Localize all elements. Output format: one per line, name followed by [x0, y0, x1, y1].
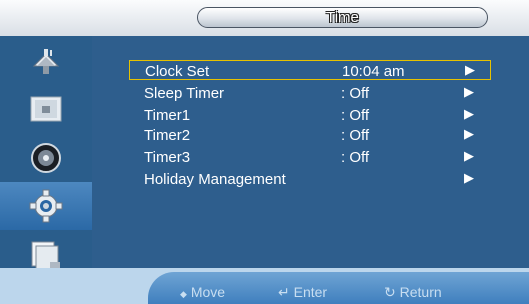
arrow-right-icon: ▶ — [464, 126, 474, 141]
sidebar-item-picture[interactable] — [0, 86, 92, 134]
enter-hint: ↵ Enter — [278, 284, 327, 301]
enter-icon: ↵ — [278, 284, 290, 300]
menu-item-label: Clock Set — [145, 63, 210, 80]
gear-icon — [28, 188, 64, 224]
arrow-right-icon: ▶ — [464, 106, 474, 121]
move-hint: ◆ Move — [180, 284, 225, 300]
menu-item-value: : Off — [341, 127, 370, 144]
footer-hints: ◆ Move ↵ Enter ↻ Return — [148, 272, 529, 304]
sidebar-item-input[interactable] — [0, 38, 92, 86]
menu-item-label: Timer3 — [144, 149, 191, 166]
menu-item-value: : Off — [341, 85, 370, 102]
title-pill: Time — [197, 7, 488, 28]
arrow-right-icon: ▶ — [464, 148, 474, 163]
picture-icon — [28, 92, 64, 128]
sidebar — [0, 36, 92, 286]
sidebar-item-sound[interactable] — [0, 134, 92, 182]
return-icon: ↻ — [384, 284, 396, 300]
return-label: Return — [399, 284, 442, 300]
menu-item-sleep-timer[interactable]: Sleep Timer : Off ▶ — [129, 83, 491, 103]
satellite-dish-icon — [28, 44, 64, 80]
enter-label: Enter — [293, 284, 328, 300]
move-icon: ◆ — [180, 289, 187, 299]
menu-item-label: Timer2 — [144, 127, 191, 144]
return-hint: ↻ Return — [384, 284, 442, 301]
move-label: Move — [190, 284, 226, 300]
menu-item-value: 10:04 am — [342, 63, 405, 80]
menu-item-label: Timer1 — [144, 107, 191, 124]
menu-item-label: Sleep Timer — [144, 85, 225, 102]
menu-item-timer3[interactable]: Timer3 : Off ▶ — [129, 147, 491, 167]
title-bar: Time — [0, 0, 529, 36]
menu-item-value: : Off — [341, 107, 370, 124]
arrow-right-icon: ▶ — [464, 84, 474, 99]
sidebar-item-setup[interactable] — [0, 182, 92, 230]
osd-window: Time Clock Set 10:04 am ▶ Sleep Timer: … — [0, 0, 529, 304]
menu-item-clock-set[interactable]: Clock Set 10:04 am ▶ — [129, 60, 491, 80]
arrow-right-icon: ▶ — [464, 170, 474, 185]
menu-item-timer2[interactable]: Timer2 : Off ▶ — [129, 125, 491, 145]
menu-item-label: Holiday Management — [144, 171, 286, 188]
arrow-right-icon: ▶ — [465, 62, 475, 77]
footer-bar: ◆ Move ↵ Enter ↻ Return — [0, 268, 529, 304]
menu-title: Time — [326, 9, 359, 26]
menu-item-holiday-management[interactable]: Holiday Management ▶ — [129, 169, 491, 189]
menu-panel: Clock Set 10:04 am ▶ Sleep Timer : Off ▶… — [92, 36, 529, 286]
menu-item-timer1[interactable]: Timer1 : Off ▶ — [129, 105, 491, 125]
menu-item-value: : Off — [341, 149, 370, 166]
speaker-icon — [28, 140, 64, 176]
